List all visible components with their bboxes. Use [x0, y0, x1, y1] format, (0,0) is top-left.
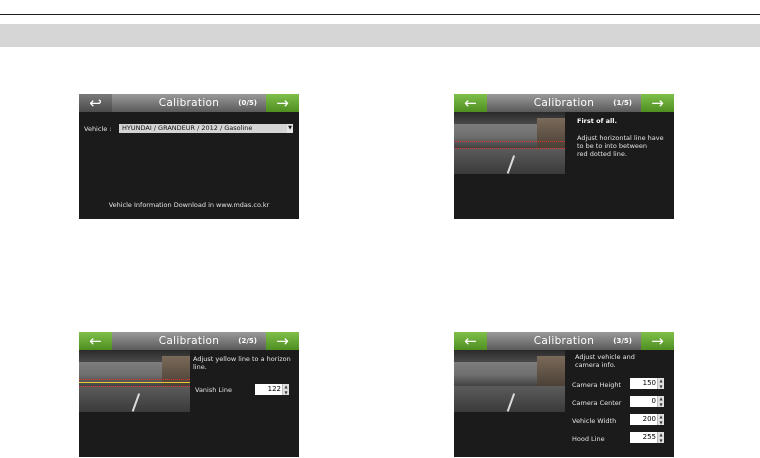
down-icon: ▼ [659, 401, 663, 407]
step-indicator: (1/5) [613, 99, 632, 107]
down-icon: ▼ [284, 389, 288, 395]
stepper-arrows[interactable]: ▲ ▼ [657, 396, 664, 407]
stepper-arrows[interactable]: ▲ ▼ [657, 378, 664, 389]
next-button[interactable]: → [266, 94, 299, 112]
red-dotted-line-bottom [79, 385, 190, 387]
up-icon: ▲ [659, 414, 663, 419]
calibration-screen-step-2: Calibration (2/5) ← → Adjust yellow line… [79, 332, 299, 457]
instruction-line-1: Adjust yellow line to a horizon [193, 355, 291, 363]
return-icon: ↩ [89, 94, 102, 112]
instruction-heading: First of all. [577, 117, 617, 125]
back-button[interactable]: ← [454, 94, 487, 112]
camera-height-label: Camera Height [572, 381, 622, 389]
vehicle-select-value: HYUNDAI / GRANDEUR / 2012 / Gasoline [122, 124, 253, 132]
arrow-right-icon: → [276, 94, 289, 112]
chevron-down-icon: ▼ [287, 124, 293, 133]
vehicle-label: Vehicle : [84, 125, 112, 133]
back-button[interactable]: ← [454, 332, 487, 350]
back-button[interactable]: ← [79, 332, 112, 350]
download-info-text: Vehicle Information Download in www.mdas… [108, 201, 270, 209]
stepper-arrows[interactable]: ▲ ▼ [282, 384, 289, 395]
calibration-screen-step-1: Calibration (1/5) ← → First of all. Adju… [454, 94, 674, 219]
return-button[interactable]: ↩ [79, 94, 112, 112]
camera-center-label: Camera Center [572, 399, 622, 407]
camera-center-value: 0 [651, 397, 656, 405]
down-icon: ▼ [659, 437, 663, 443]
stepper-arrows[interactable]: ▲ ▼ [657, 432, 664, 443]
calibration-screen-step-0: Calibration (0/5) ↩ → Vehicle : HYUNDAI … [79, 94, 299, 219]
arrow-right-icon: → [651, 94, 664, 112]
instruction-line-2: camera info. [575, 361, 616, 369]
red-dotted-line-top [454, 140, 565, 142]
arrow-left-icon: ← [464, 94, 477, 112]
instruction-line-3: red dotted line. [577, 150, 627, 158]
up-icon: ▲ [659, 378, 663, 383]
section-banner [0, 24, 760, 47]
step-indicator: (3/5) [613, 337, 632, 345]
down-icon: ▼ [659, 419, 663, 425]
up-icon: ▲ [659, 396, 663, 401]
yellow-horizon-line[interactable] [79, 382, 190, 384]
calibration-screen-step-3: Calibration (3/5) ← → Adjust vehicle and… [454, 332, 674, 457]
hood-line-stepper[interactable]: 255 ▲ ▼ [630, 432, 664, 443]
instruction-line-2: line. [193, 363, 207, 371]
hood-line-label: Hood Line [572, 435, 605, 443]
up-icon: ▲ [659, 432, 663, 437]
vehicle-width-value: 200 [642, 415, 656, 423]
camera-preview[interactable] [79, 350, 190, 412]
instruction-line-2: to be to into between [577, 142, 647, 150]
camera-scene-building [537, 118, 565, 150]
vanish-line-value: 122 [267, 385, 281, 393]
next-button[interactable]: → [266, 332, 299, 350]
camera-scene-building [537, 356, 565, 388]
stepper-arrows[interactable]: ▲ ▼ [657, 414, 664, 425]
camera-preview[interactable] [454, 112, 565, 174]
hood-line-value: 255 [642, 433, 656, 441]
camera-center-stepper[interactable]: 0 ▲ ▼ [630, 396, 664, 407]
arrow-right-icon: → [651, 332, 664, 350]
down-icon: ▼ [659, 383, 663, 389]
next-button[interactable]: → [641, 332, 674, 350]
red-dotted-line-bottom [454, 147, 565, 149]
red-dotted-line-top [79, 378, 190, 380]
vanish-line-stepper[interactable]: 122 ▲ ▼ [255, 384, 289, 395]
arrow-left-icon: ← [464, 332, 477, 350]
camera-height-value: 150 [642, 379, 656, 387]
top-divider-line [0, 14, 760, 15]
vanish-line-label: Vanish Line [195, 386, 232, 394]
camera-preview[interactable] [454, 350, 565, 412]
vehicle-width-label: Vehicle Width [572, 417, 617, 425]
vehicle-select[interactable]: HYUNDAI / GRANDEUR / 2012 / Gasoline ▼ [119, 124, 293, 133]
step-indicator: (2/5) [238, 337, 257, 345]
vehicle-width-stepper[interactable]: 200 ▲ ▼ [630, 414, 664, 425]
instruction-line-1: Adjust vehicle and [575, 353, 635, 361]
next-button[interactable]: → [641, 94, 674, 112]
up-icon: ▲ [284, 384, 288, 389]
arrow-right-icon: → [276, 332, 289, 350]
instruction-line-1: Adjust horizontal line have [577, 134, 664, 142]
arrow-left-icon: ← [89, 332, 102, 350]
camera-height-stepper[interactable]: 150 ▲ ▼ [630, 378, 664, 389]
step-indicator: (0/5) [238, 99, 257, 107]
